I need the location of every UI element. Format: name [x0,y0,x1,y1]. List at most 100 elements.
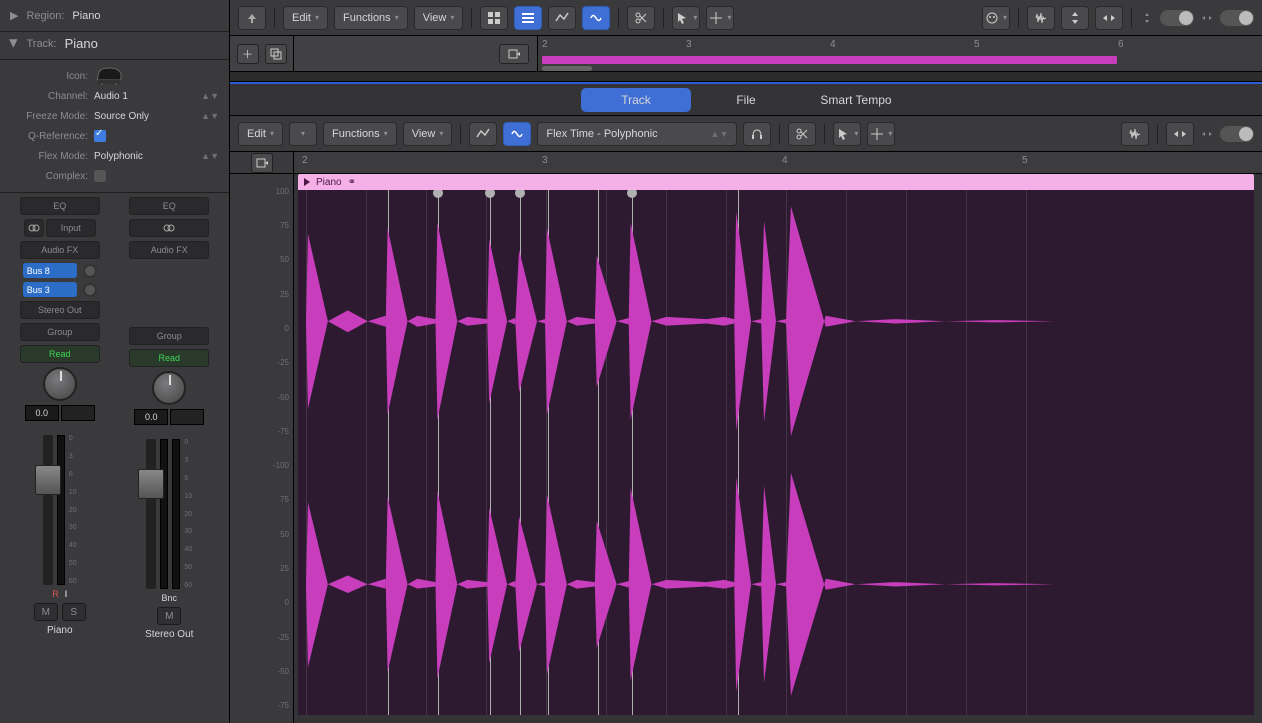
arrange-ruler[interactable]: 2 3 4 5 6 [538,36,1262,71]
waveform-zoom-button[interactable] [1121,122,1149,146]
back-button[interactable] [238,6,266,30]
stepper-icon[interactable]: ▲▼ [201,111,219,121]
tab-smart-tempo[interactable]: Smart Tempo [801,88,911,112]
eq-slot[interactable]: EQ [20,197,100,215]
tab-file[interactable]: File [691,88,801,112]
view-menu[interactable]: View▾ [414,6,464,30]
input-mode-toggle[interactable] [24,219,44,237]
audio-track-editor: 1007550250-25-50-75-1007550250-25-50-75 … [230,152,1262,723]
plus-icon: ＋ [242,46,253,62]
tab-track[interactable]: Track [581,88,691,112]
level-meter-r [172,439,180,589]
stereo-mode-slot[interactable] [129,219,209,237]
add-track-button[interactable]: ＋ [237,44,259,64]
h-zoom-slider[interactable] [1220,126,1254,142]
flex-toggle[interactable] [503,122,531,146]
volume-fader[interactable] [146,439,156,589]
list-view-button[interactable] [514,6,542,30]
flex-field[interactable]: Flex Mode: Polyphonic ▲▼ [10,146,219,166]
audiofx-slot[interactable]: Audio FX [129,241,209,259]
qref-checkbox[interactable] [94,130,106,142]
v-zoom-slider[interactable] [1160,10,1194,26]
alt-tool[interactable]: ▾ [706,6,734,30]
group-slot[interactable]: Group [129,327,209,345]
track-header[interactable]: ▶ Track: Piano [0,32,229,60]
snap-button[interactable] [788,122,816,146]
region-name: Piano [316,177,342,188]
horizontal-zoom-button[interactable] [1166,122,1194,146]
h-zoom-icon [1200,127,1214,141]
pan-value[interactable]: 0.0 [25,405,59,421]
complex-field[interactable]: Complex: [10,166,219,186]
mute-button[interactable]: M [34,603,58,621]
alt-tool[interactable]: ▾ [867,122,895,146]
horizontal-zoom-button[interactable] [1095,6,1123,30]
record-input-indicators[interactable]: RI [52,589,67,599]
channel-strip-piano: EQ Input Audio FX Bus 8 Bus 3 Stereo Out [6,197,114,719]
pointer-tool[interactable]: ▾ [672,6,700,30]
volume-fader[interactable] [43,435,53,585]
mute-button[interactable]: M [157,607,181,625]
automation-toggle[interactable] [469,122,497,146]
view-menu[interactable]: View▾ [403,122,453,146]
send-bus-3[interactable]: Bus 3 [23,282,77,297]
automation-mode[interactable]: Read [20,345,100,363]
send-knob-1[interactable] [83,264,97,278]
h-zoom-slider[interactable] [1220,10,1254,26]
flex-mode-select[interactable]: Flex Time - Polyphonic ▲▼ [537,122,737,146]
region-header[interactable]: ▶ Region: Piano [0,0,229,32]
edit-menu[interactable]: Edit▾ [283,6,328,30]
group-slot[interactable]: Group [20,323,100,341]
send-bus-8[interactable]: Bus 8 [23,263,77,278]
qref-field[interactable]: Q-Reference: [10,126,219,146]
automation-icon [555,11,569,25]
link-icon: ⚭ [348,177,356,188]
waveform-area[interactable] [298,190,1254,715]
stepper-icon[interactable]: ▲▼ [201,91,219,101]
pan-knob[interactable] [43,367,77,401]
waveform-left-channel [298,190,1254,453]
catch-playhead-button[interactable] [251,153,273,173]
eq-slot[interactable]: EQ [129,197,209,215]
peak-value [61,405,95,421]
duplicate-track-button[interactable] [265,44,287,64]
freeze-field[interactable]: Freeze Mode: Source Only ▲▼ [10,106,219,126]
edit-history-button[interactable]: ▾ [289,122,317,146]
waveform-zoom-button[interactable] [1027,6,1055,30]
audiofx-slot[interactable]: Audio FX [20,241,100,259]
automation-button[interactable] [548,6,576,30]
pointer-tool[interactable]: ▾ [833,122,861,146]
automation-mode[interactable]: Read [129,349,209,367]
bounce-indicator[interactable]: Bnc [161,593,177,603]
scroll-thumb[interactable] [542,66,592,71]
region-header-bar[interactable]: Piano ⚭ [298,174,1254,190]
edit-menu[interactable]: Edit▾ [238,122,283,146]
solo-button[interactable]: S [62,603,86,621]
snap-button[interactable] [627,6,655,30]
grid-view-button[interactable] [480,6,508,30]
track-icon[interactable] [94,64,124,88]
catch-playhead-button[interactable] [499,44,529,64]
complex-checkbox[interactable] [94,170,106,182]
flex-button[interactable] [582,6,610,30]
pan-value[interactable]: 0.0 [134,409,168,425]
channel-field[interactable]: Channel: Audio 1 ▲▼ [10,86,219,106]
channel-strip-stereo-out: EQ Audio FX Group Read 0.0 [116,197,224,719]
face-icon [985,11,999,25]
settings-button[interactable]: ▾ [982,6,1010,30]
stepper-icon[interactable]: ▲▼ [201,151,219,161]
arrange-region-overview[interactable] [542,56,1117,64]
input-slot[interactable]: Input [46,219,96,237]
pan-knob[interactable] [152,371,186,405]
channel-strips: EQ Input Audio FX Bus 8 Bus 3 Stereo Out [0,193,229,723]
varispeed-button[interactable] [743,122,771,146]
vertical-zoom-button[interactable] [1061,6,1089,30]
send-knob-2[interactable] [83,283,97,297]
editor-ruler[interactable]: 2 3 4 5 [294,152,1262,174]
arrange-overview: ＋ 2 3 4 5 6 [230,36,1262,72]
output-slot[interactable]: Stereo Out [20,301,100,319]
peak-value [170,409,204,425]
functions-menu[interactable]: Functions▾ [323,122,397,146]
functions-menu[interactable]: Functions▾ [334,6,408,30]
headphones-icon [750,127,764,141]
